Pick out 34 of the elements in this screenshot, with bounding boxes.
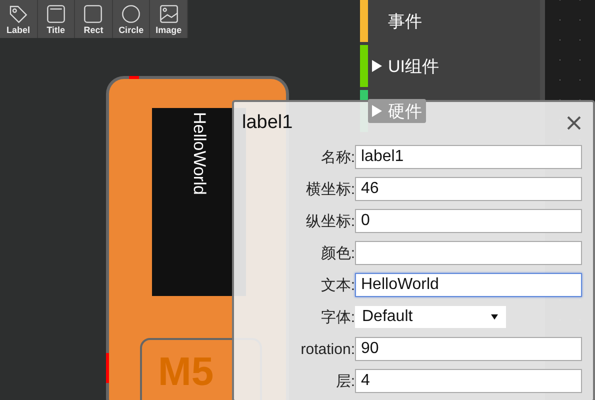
- input-field[interactable]: label1: [355, 145, 582, 169]
- category-item[interactable]: UI组件: [368, 45, 439, 87]
- field-label: 颜色:: [320, 244, 355, 262]
- tool-button[interactable]: Image: [150, 0, 188, 38]
- field-label: 名称:: [320, 148, 355, 166]
- field-label: 纵坐标:: [304, 212, 355, 230]
- field-label: 文本:: [320, 276, 355, 294]
- close-button[interactable]: [565, 114, 583, 132]
- led-marker: [129, 76, 139, 79]
- tool-button[interactable]: Circle: [112, 0, 150, 38]
- input-field[interactable]: 46: [355, 177, 582, 201]
- tool-button[interactable]: Title: [38, 0, 76, 38]
- square-icon: [83, 4, 104, 24]
- caret-icon: [491, 314, 498, 320]
- category-item[interactable]: 事件: [368, 0, 422, 42]
- circle-icon: [121, 4, 142, 24]
- input-field[interactable]: 90: [355, 337, 582, 361]
- dialog-title: label1: [242, 112, 293, 134]
- screen-label[interactable]: HelloWorld: [189, 108, 209, 195]
- field-label: 横坐标:: [304, 180, 355, 198]
- input-field[interactable]: 4: [355, 369, 582, 393]
- tag-icon: [8, 4, 28, 24]
- field-label: 层:: [334, 372, 355, 390]
- field-label: 字体:: [320, 308, 355, 326]
- field-label: rotation:: [300, 340, 355, 358]
- font-dropdown[interactable]: Default: [355, 306, 506, 328]
- led-marker: [106, 353, 109, 383]
- image-icon: [158, 4, 179, 24]
- input-field[interactable]: 0: [355, 209, 582, 233]
- tool-button[interactable]: Label: [0, 0, 38, 38]
- window-icon: [46, 4, 66, 24]
- input-field[interactable]: HelloWorld: [355, 273, 582, 297]
- input-field[interactable]: [355, 241, 582, 265]
- tool-button[interactable]: Rect: [75, 0, 113, 38]
